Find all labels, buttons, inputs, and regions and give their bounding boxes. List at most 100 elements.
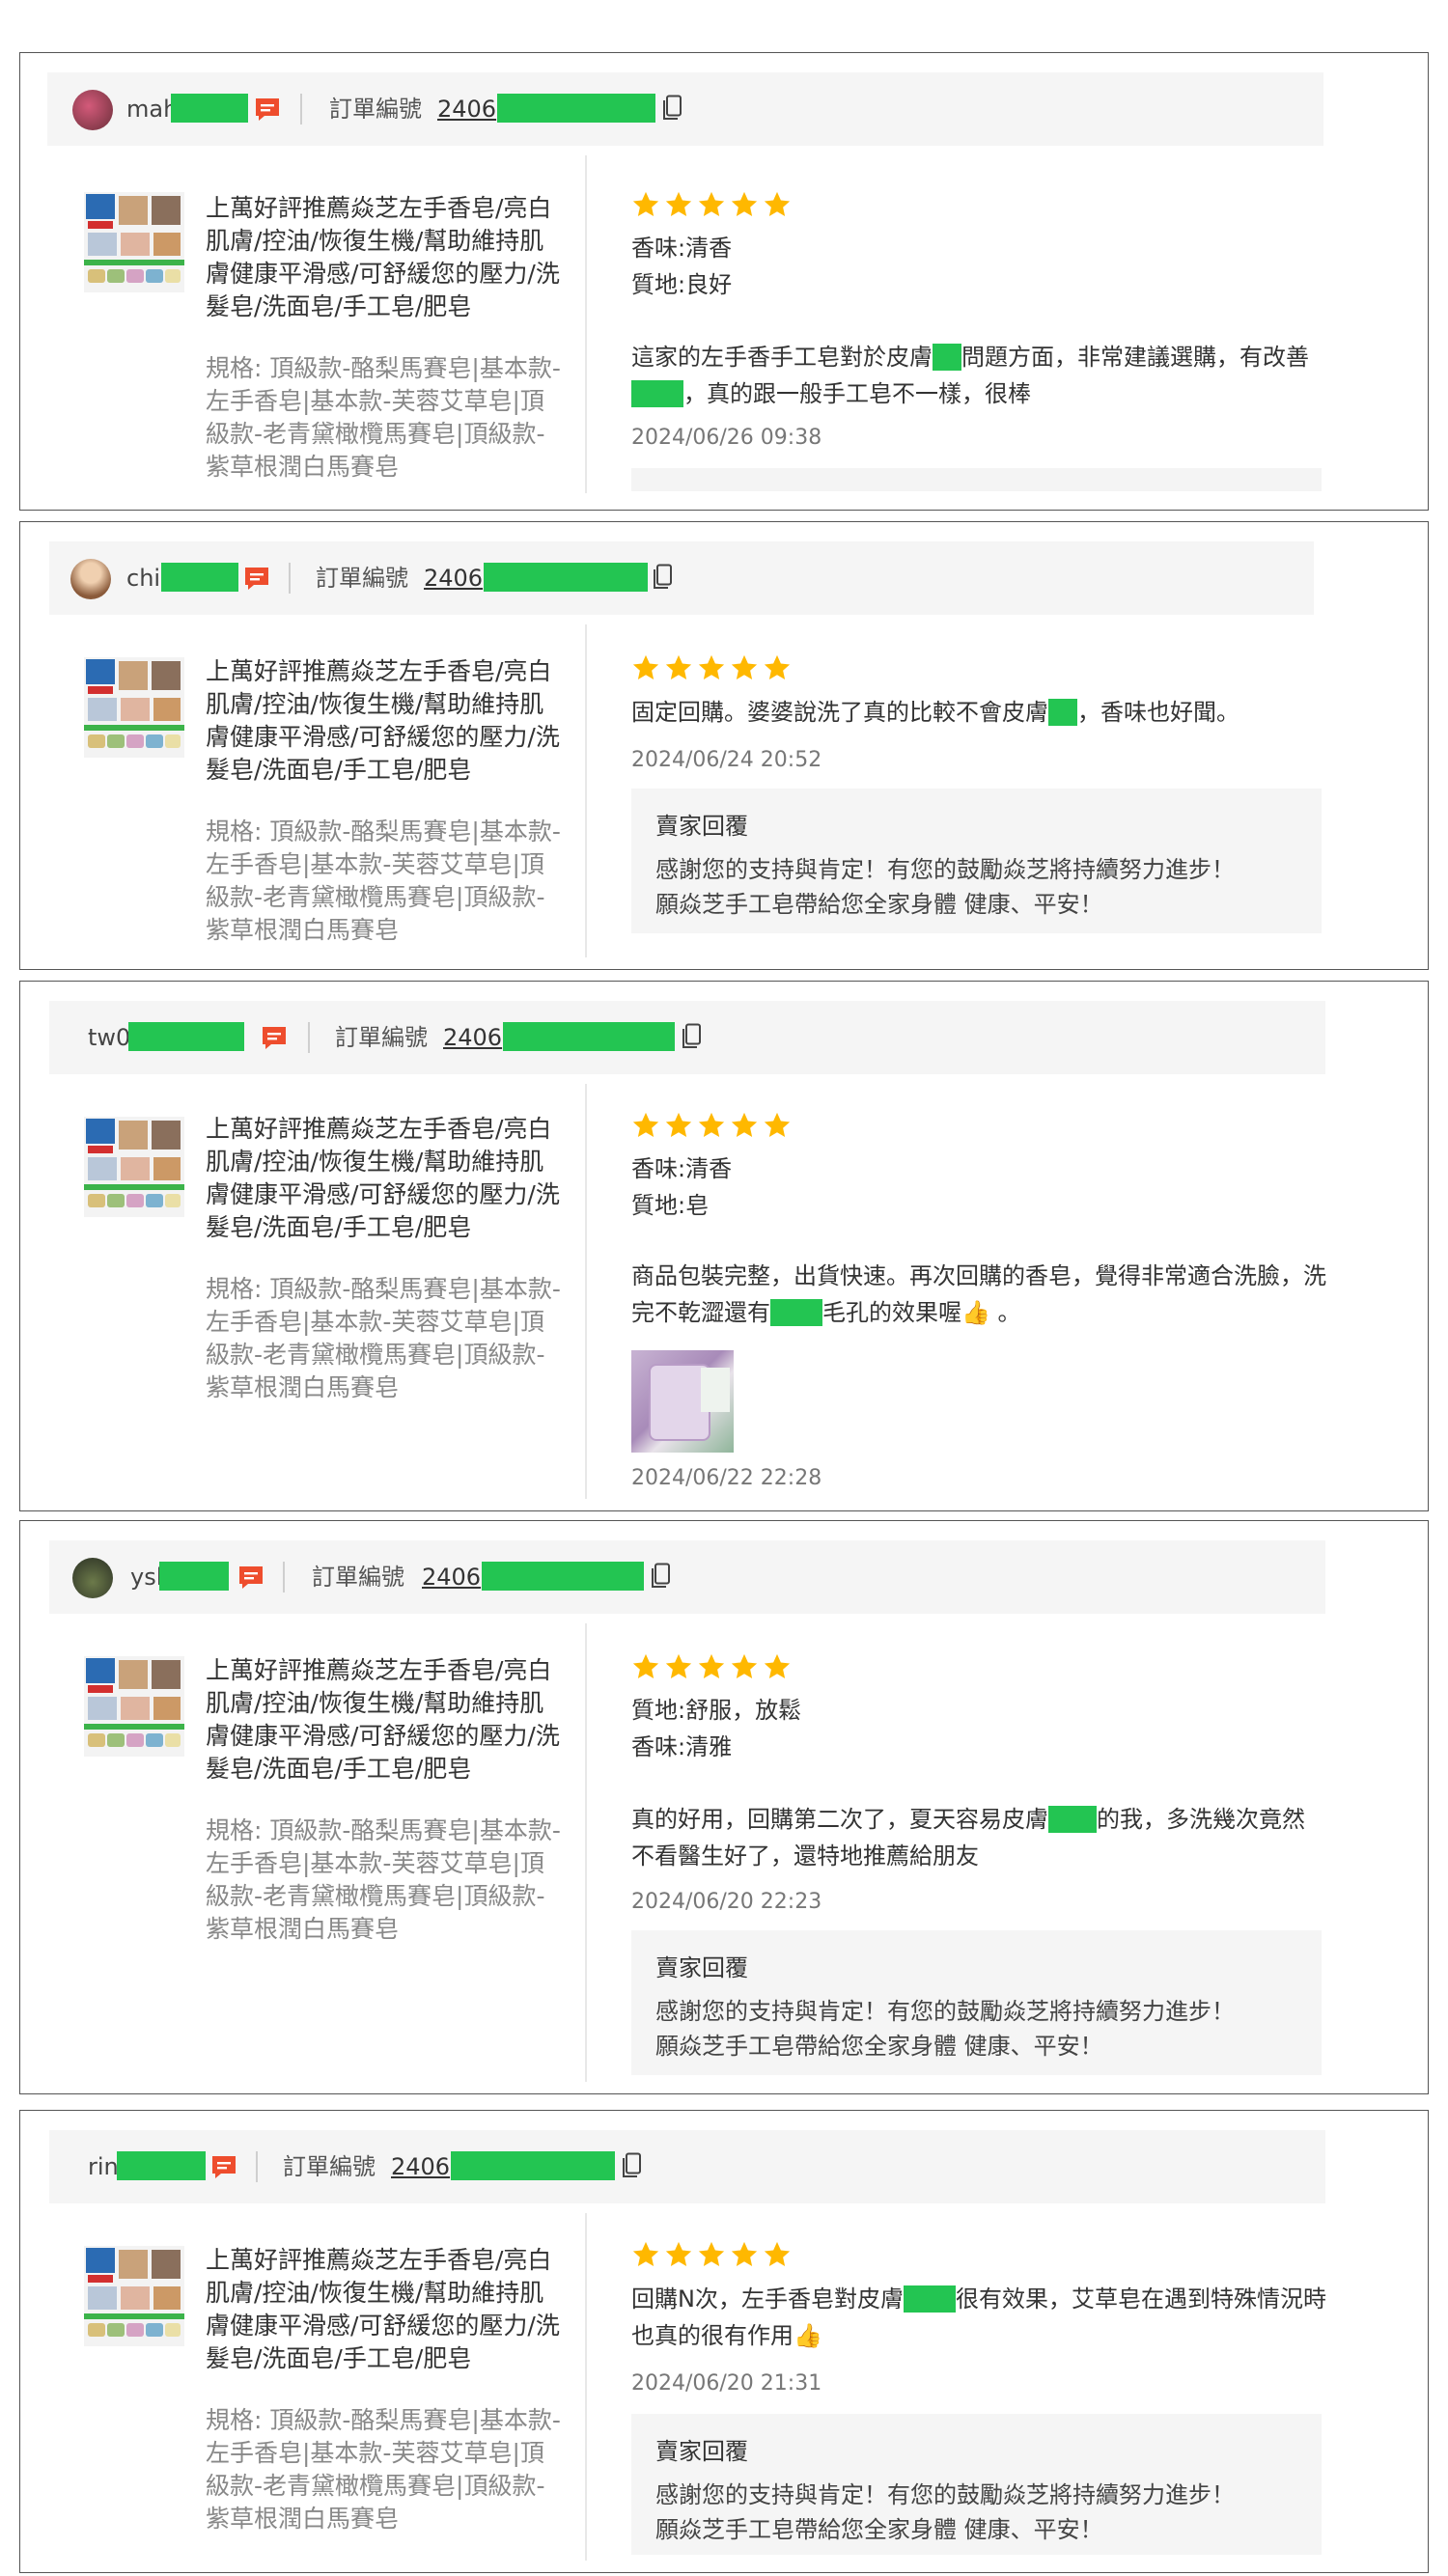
copy-icon[interactable] [661, 95, 682, 122]
seller-reply-title: 賣家回覆 [655, 1954, 748, 1981]
seller-reply: 賣家回覆 感謝您的支持與肯定！有您的鼓勵焱芝將持續努力進步！ 願焱芝手工皂帶給您… [631, 1930, 1322, 2075]
chat-bubble-icon[interactable] [209, 2153, 238, 2182]
order-number[interactable]: 2406 [443, 1020, 502, 1055]
chat-bubble-icon[interactable] [260, 1024, 289, 1053]
star-rating [632, 1653, 791, 1678]
order-number[interactable]: 2406 [391, 2149, 450, 2184]
product-thumbnail[interactable] [84, 192, 184, 292]
redaction-mask [1048, 1806, 1097, 1833]
review-attribute: 質地:皂 [631, 1192, 710, 1219]
column-divider [585, 2213, 587, 2561]
review-card: rin 訂單編號 2406 上萬好評推薦焱芝左手香皂/亮白肌膚/控油/恢復生機/… [19, 2110, 1429, 2573]
chat-bubble-icon[interactable] [253, 96, 282, 125]
divider [289, 563, 291, 594]
order-number[interactable]: 2406 [437, 92, 496, 126]
order-number[interactable]: 2406 [424, 561, 483, 596]
seller-reply-text: 感謝您的支持與肯定！有您的鼓勵焱芝將持續努力進步！ 願焱芝手工皂帶給您全家身體 … [655, 1998, 1235, 2060]
avatar[interactable] [72, 90, 113, 130]
order-label: 訂單編號 [316, 565, 408, 592]
review-photo[interactable] [631, 1350, 734, 1453]
review-text: 這家的左手香手工皂對於皮膚 問題方面，非常建議選購，有改善，真的跟一般手工皂不一樣… [631, 344, 1309, 407]
redaction-mask [171, 94, 248, 123]
product-thumbnail[interactable] [84, 1656, 184, 1757]
review-text: 商品包裝完整，出貨快速。再次回購的香皂，覺得非常適合洗臉，洗完不乾澀還有 毛孔的效… [631, 1262, 1326, 1326]
star-rating [632, 1112, 791, 1137]
star-rating [632, 654, 791, 679]
seller-reply-strip [631, 468, 1322, 491]
review-header: tw0 訂單編號 2406 [49, 1001, 1325, 1074]
order-label: 訂單編號 [312, 1564, 404, 1591]
seller-reply-title: 賣家回覆 [655, 2438, 748, 2465]
avatar[interactable] [72, 1558, 113, 1598]
product-thumbnail[interactable] [84, 657, 184, 758]
seller-reply-text: 感謝您的支持與肯定！有您的鼓勵焱芝將持續努力進步！ 願焱芝手工皂帶給您全家身體 … [655, 856, 1235, 918]
review-header: chi 訂單編號 2406 [49, 541, 1314, 615]
product-variant: 規格: 頂級款-酪梨馬賽皂|基本款-左手香皂|基本款-芙蓉艾草皂|頂級款-老青黛… [206, 1275, 561, 1401]
redaction-mask [497, 94, 655, 123]
review-text: 真的好用，回購第二次了，夏天容易皮膚 的我，多洗幾次竟然不看醫生好了，還特地推薦給… [631, 1806, 1305, 1870]
divider [308, 1022, 310, 1053]
review-attribute: 香味:清香 [631, 235, 733, 262]
redaction-mask [451, 2151, 615, 2180]
chat-bubble-icon[interactable] [237, 1564, 265, 1593]
copy-icon[interactable] [652, 564, 673, 591]
redaction-mask [484, 563, 648, 592]
copy-icon[interactable] [681, 1023, 702, 1050]
order-number[interactable]: 2406 [422, 1560, 481, 1594]
product-name[interactable]: 上萬好評推薦焱芝左手香皂/亮白肌膚/控油/恢復生機/幫助維持肌膚健康平滑感/可舒… [206, 1654, 563, 1786]
review-date: 2024/06/20 21:31 [631, 2371, 822, 2396]
redaction-mask [482, 1562, 644, 1591]
redaction-mask [770, 1299, 822, 1326]
review-date: 2024/06/26 09:38 [631, 426, 822, 450]
product-variant: 規格: 頂級款-酪梨馬賽皂|基本款-左手香皂|基本款-芙蓉艾草皂|頂級款-老青黛… [206, 1816, 561, 1943]
redaction-mask [159, 1562, 229, 1591]
username[interactable]: chi [126, 561, 160, 596]
seller-reply: 賣家回覆 感謝您的支持與肯定！有您的鼓勵焱芝將持續努力進步！ 願焱芝手工皂帶給您… [631, 789, 1322, 933]
review-attribute: 香味:清香 [631, 1155, 733, 1182]
copy-icon[interactable] [621, 2152, 642, 2179]
username[interactable]: rin [88, 2149, 119, 2184]
star-rating [632, 2241, 791, 2266]
product-thumbnail[interactable] [84, 1117, 184, 1217]
review-text: 回購N次，左手香皂對皮膚 很有效果，艾草皂在遇到特殊情況時也真的很有作用👍 [631, 2285, 1326, 2349]
redaction-mask [933, 344, 961, 371]
divider [256, 2151, 258, 2182]
copy-icon[interactable] [650, 1563, 671, 1590]
product-name[interactable]: 上萬好評推薦焱芝左手香皂/亮白肌膚/控油/恢復生機/幫助維持肌膚健康平滑感/可舒… [206, 192, 563, 323]
review-attribute: 質地:舒服，放鬆 [631, 1697, 802, 1724]
redaction-mask [161, 563, 238, 592]
product-variant: 規格: 頂級款-酪梨馬賽皂|基本款-左手香皂|基本款-芙蓉艾草皂|頂級款-老青黛… [206, 817, 561, 944]
review-date: 2024/06/20 22:23 [631, 1890, 822, 1914]
review-date: 2024/06/24 20:52 [631, 748, 822, 772]
seller-reply-title: 賣家回覆 [655, 813, 748, 840]
review-card: tw0 訂單編號 2406 上萬好評推薦焱芝左手香皂/亮白肌膚/控油/恢復生機/… [19, 981, 1429, 1511]
chat-bubble-icon[interactable] [242, 565, 271, 594]
redaction-mask [128, 1022, 244, 1051]
review-text: 固定回購。婆婆說洗了真的比較不會皮膚 ，香味也好聞。 [631, 699, 1239, 726]
review-attribute: 香味:清雅 [631, 1733, 733, 1760]
product-name[interactable]: 上萬好評推薦焱芝左手香皂/亮白肌膚/控油/恢復生機/幫助維持肌膚健康平滑感/可舒… [206, 655, 563, 787]
column-divider [585, 1623, 587, 2082]
redaction-mask [631, 380, 683, 407]
seller-reply-text: 感謝您的支持與肯定！有您的鼓勵焱芝將持續努力進步！ 願焱芝手工皂帶給您全家身體 … [655, 2481, 1235, 2543]
avatar[interactable] [70, 559, 111, 599]
username[interactable]: tw0 [88, 1020, 130, 1055]
review-header: rin 訂單編號 2406 [49, 2130, 1325, 2203]
product-variant: 規格: 頂級款-酪梨馬賽皂|基本款-左手香皂|基本款-芙蓉艾草皂|頂級款-老青黛… [206, 2406, 561, 2533]
redaction-mask [903, 2285, 956, 2313]
review-card: mah 訂單編號 2406 上萬好評推薦焱芝左手香皂/亮白肌膚/控油/恢復生機/… [19, 52, 1429, 511]
product-name[interactable]: 上萬好評推薦焱芝左手香皂/亮白肌膚/控油/恢復生機/幫助維持肌膚健康平滑感/可舒… [206, 2244, 563, 2375]
column-divider [585, 155, 587, 493]
product-name[interactable]: 上萬好評推薦焱芝左手香皂/亮白肌膚/控油/恢復生機/幫助維持肌膚健康平滑感/可舒… [206, 1113, 563, 1244]
divider [300, 94, 302, 125]
order-label: 訂單編號 [335, 1024, 428, 1051]
review-attribute: 質地:良好 [631, 271, 733, 298]
product-thumbnail[interactable] [84, 2246, 184, 2346]
username[interactable]: ysl [130, 1560, 162, 1594]
product-variant: 規格: 頂級款-酪梨馬賽皂|基本款-左手香皂|基本款-芙蓉艾草皂|頂級款-老青黛… [206, 354, 561, 481]
review-header: ysl 訂單編號 2406 [49, 1540, 1325, 1614]
review-date: 2024/06/22 22:28 [631, 1466, 822, 1490]
redaction-mask [1048, 699, 1077, 726]
seller-reply: 賣家回覆 感謝您的支持與肯定！有您的鼓勵焱芝將持續努力進步！ 願焱芝手工皂帶給您… [631, 2414, 1322, 2555]
order-label: 訂單編號 [283, 2153, 376, 2180]
